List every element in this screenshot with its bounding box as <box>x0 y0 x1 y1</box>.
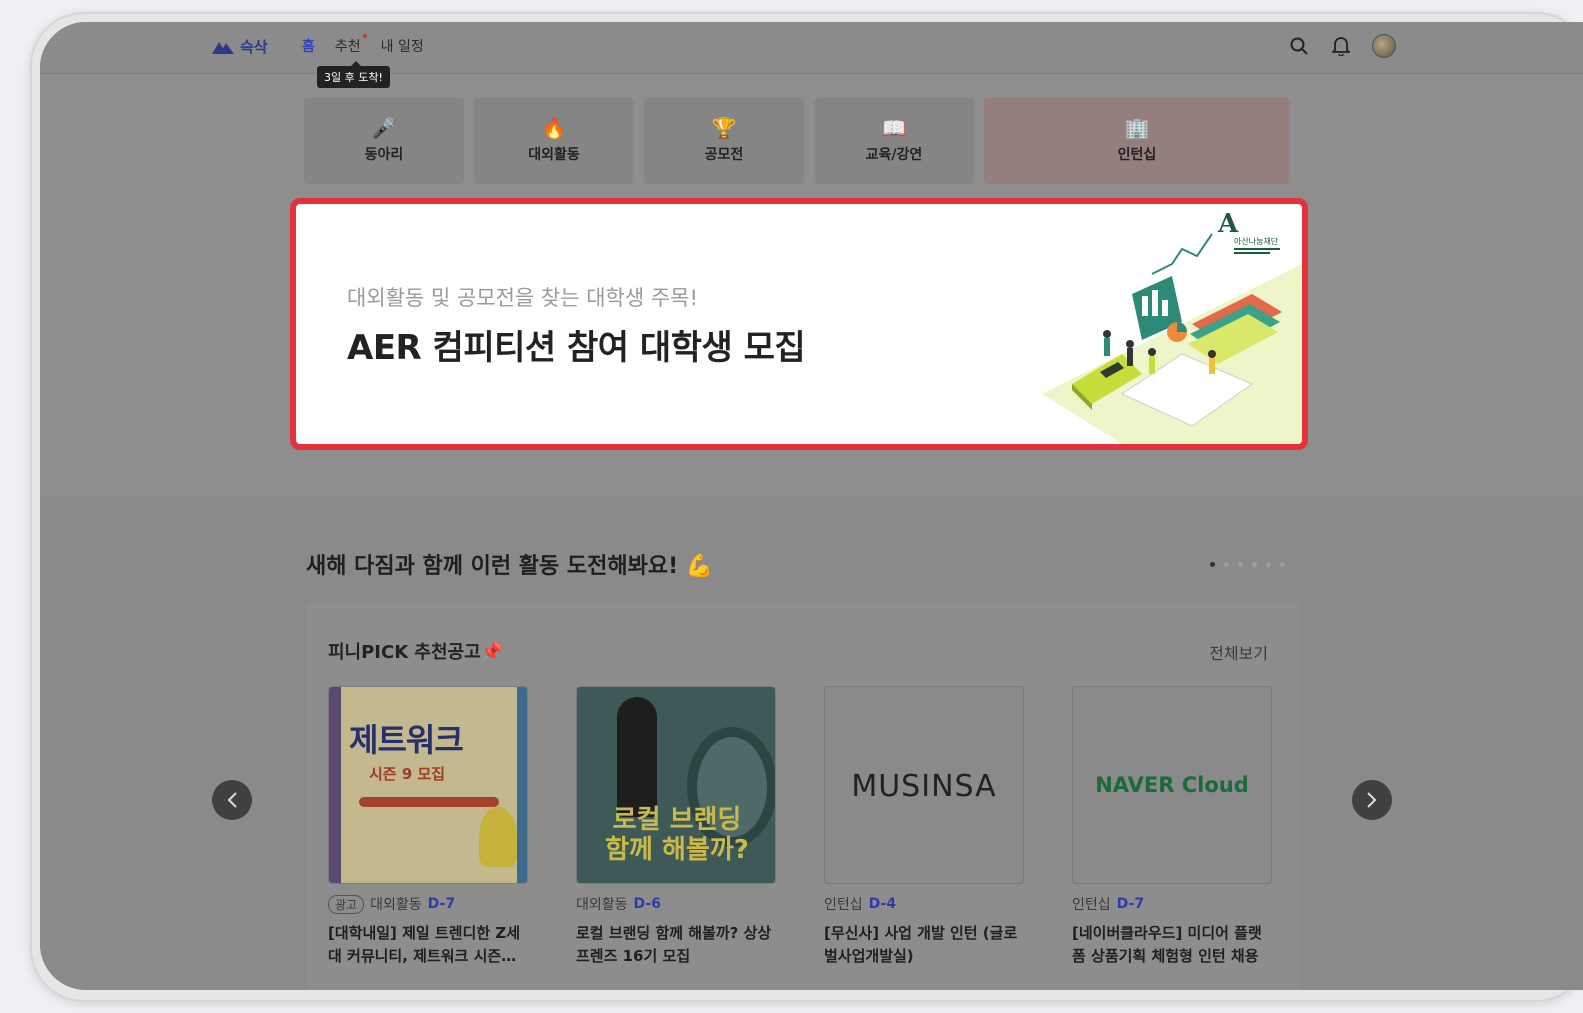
card-title: [대학내일] 제일 트렌디한 Z세대 커뮤니티, 제트워크 시즌… <box>328 924 521 965</box>
nav-recommend-label: 추천 <box>334 39 361 55</box>
card-thumbnail: 로컬 브랜딩 함께 해볼까? <box>576 686 776 884</box>
main-nav: 홈 추천 내 일정 <box>302 34 424 56</box>
recommend-tooltip: 3일 후 도착! <box>317 61 390 88</box>
banner-subtitle: 대외활동 및 공모전을 찾는 대학생 주목! <box>347 286 698 310</box>
new-dot <box>362 34 367 38</box>
deadline-badge: D-6 <box>633 896 661 912</box>
card-thumbnail: 제트워크 시즌 9 모집 <box>328 686 528 884</box>
fire-icon: 🔥 <box>541 116 567 140</box>
listing-card[interactable]: 로컬 브랜딩 함께 해볼까? 대외활동 D-6 로컬 브랜딩 함께 해볼까? 상… <box>576 686 776 968</box>
chevron-right-icon <box>1367 792 1377 808</box>
card-meta: 광고 대외활동 D-7 <box>328 894 528 914</box>
recommend-panel: 피니PICK 추천공고📌 전체보기 제트워크 시즌 9 모집 광고 대외활동 D… <box>306 602 1300 990</box>
section-title: 새해 다짐과 함께 이런 활동 도전해봐요! 💪 <box>306 554 714 579</box>
card-meta: 인턴십 D-4 <box>824 894 1024 914</box>
deadline-badge: D-4 <box>868 896 897 912</box>
listing-card[interactable]: MUSINSA 인턴십 D-4 [무신사] 사업 개발 인턴 (글로벌사업개발실… <box>824 686 1024 968</box>
pagination-dot[interactable] <box>1238 562 1243 567</box>
card-thumbnail: MUSINSA <box>824 686 1024 884</box>
category-external-activity[interactable]: 🔥 대외활동 <box>474 98 634 184</box>
pagination-dot[interactable] <box>1280 562 1285 567</box>
thumb-logo-naver: NAVER Cloud <box>1095 773 1249 797</box>
deadline-badge: D-7 <box>427 896 456 912</box>
thumb-title: 제트워크 <box>349 721 464 759</box>
microphone-icon: 🎤 <box>371 116 397 140</box>
logo-text: 슥삭 <box>240 38 268 56</box>
svg-text:A: A <box>1217 209 1239 239</box>
category-label: 동아리 <box>364 147 404 163</box>
category-internship[interactable]: 🏢 인턴십 <box>984 98 1290 184</box>
card-title: [무신사] 사업 개발 인턴 (글로벌사업개발실) <box>824 924 1018 965</box>
promo-banner[interactable]: 대외활동 및 공모전을 찾는 대학생 주목! AER 컴피티션 참여 대학생 모… <box>290 198 1308 450</box>
ad-badge: 광고 <box>328 894 365 914</box>
pagination-dot[interactable] <box>1252 562 1257 567</box>
card-category: 인턴십 <box>824 897 863 913</box>
nav-my-schedule[interactable]: 내 일정 <box>381 36 424 56</box>
search-icon[interactable] <box>1288 35 1310 57</box>
pagination-dot[interactable] <box>1210 562 1215 567</box>
listing-card[interactable]: 제트워크 시즌 9 모집 광고 대외활동 D-7 [대학내일] 제일 트렌디한 … <box>328 686 528 968</box>
nav-home[interactable]: 홈 <box>302 36 315 56</box>
listing-card[interactable]: NAVER Cloud 인턴십 D-7 [네이버클라우드] 미디어 플랫폼 상품… <box>1072 686 1272 968</box>
thumb-logo-musinsa: MUSINSA <box>851 769 997 804</box>
see-all-link[interactable]: 전체보기 <box>1209 640 1268 664</box>
nav-recommend[interactable]: 추천 <box>334 34 367 56</box>
card-category: 인턴십 <box>1072 897 1111 913</box>
top-nav-bar: 슥삭 홈 추천 내 일정 <box>40 22 1583 74</box>
banner-title: AER 컴피티션 참여 대학생 모집 <box>347 328 806 368</box>
carousel-next-button[interactable] <box>1352 780 1392 820</box>
trophy-icon: 🏆 <box>711 116 737 140</box>
deadline-badge: D-7 <box>1116 896 1145 912</box>
category-label: 교육/강연 <box>865 147 923 163</box>
thumb-subtitle: 함께 해볼까? <box>605 835 749 865</box>
logo[interactable]: 슥삭 <box>212 36 268 57</box>
thumb-title: 로컬 브랜딩 <box>612 805 742 835</box>
thumb-subtitle: 시즌 9 모집 <box>369 765 446 783</box>
card-category: 대외활동 <box>370 897 422 913</box>
card-category: 대외활동 <box>576 897 628 913</box>
book-icon: 📖 <box>881 116 907 140</box>
panel-title: 피니PICK 추천공고📌 <box>328 642 504 663</box>
chevron-left-icon <box>227 792 237 808</box>
card-meta: 대외활동 D-6 <box>576 894 776 914</box>
bell-icon[interactable] <box>1330 35 1352 57</box>
pagination-dot[interactable] <box>1224 562 1229 567</box>
card-thumbnail: NAVER Cloud <box>1072 686 1272 884</box>
category-contest[interactable]: 🏆 공모전 <box>644 98 804 184</box>
header-actions <box>1288 34 1396 58</box>
card-meta: 인턴십 D-7 <box>1072 894 1272 914</box>
avatar[interactable] <box>1372 34 1396 58</box>
category-club[interactable]: 🎤 동아리 <box>304 98 464 184</box>
sponsor-logo: 아산나눔재단 <box>1234 236 1279 246</box>
logo-icon <box>212 41 234 54</box>
screen: 슥삭 홈 추천 내 일정 3일 후 도착! 🎤 동아리 🔥 대외활동 🏆 공모전… <box>40 22 1583 990</box>
carousel-prev-button[interactable] <box>212 780 252 820</box>
category-label: 공모전 <box>704 147 744 163</box>
card-title: 로컬 브랜딩 함께 해볼까? 상상프렌즈 16기 모집 <box>576 924 772 965</box>
card-title: [네이버클라우드] 미디어 플랫폼 상품기획 체험형 인턴 채용 <box>1072 924 1262 965</box>
pagination-dot[interactable] <box>1266 562 1271 567</box>
banner-illustration: A 아산나눔재단 <box>1042 209 1302 444</box>
carousel-pagination <box>1210 562 1285 567</box>
building-icon: 🏢 <box>1124 116 1150 140</box>
category-education[interactable]: 📖 교육/강연 <box>814 98 974 184</box>
category-label: 인턴십 <box>1117 147 1157 163</box>
category-label: 대외활동 <box>528 147 580 163</box>
category-bar: 🎤 동아리 🔥 대외활동 🏆 공모전 📖 교육/강연 🏢 인턴십 <box>304 98 1290 184</box>
